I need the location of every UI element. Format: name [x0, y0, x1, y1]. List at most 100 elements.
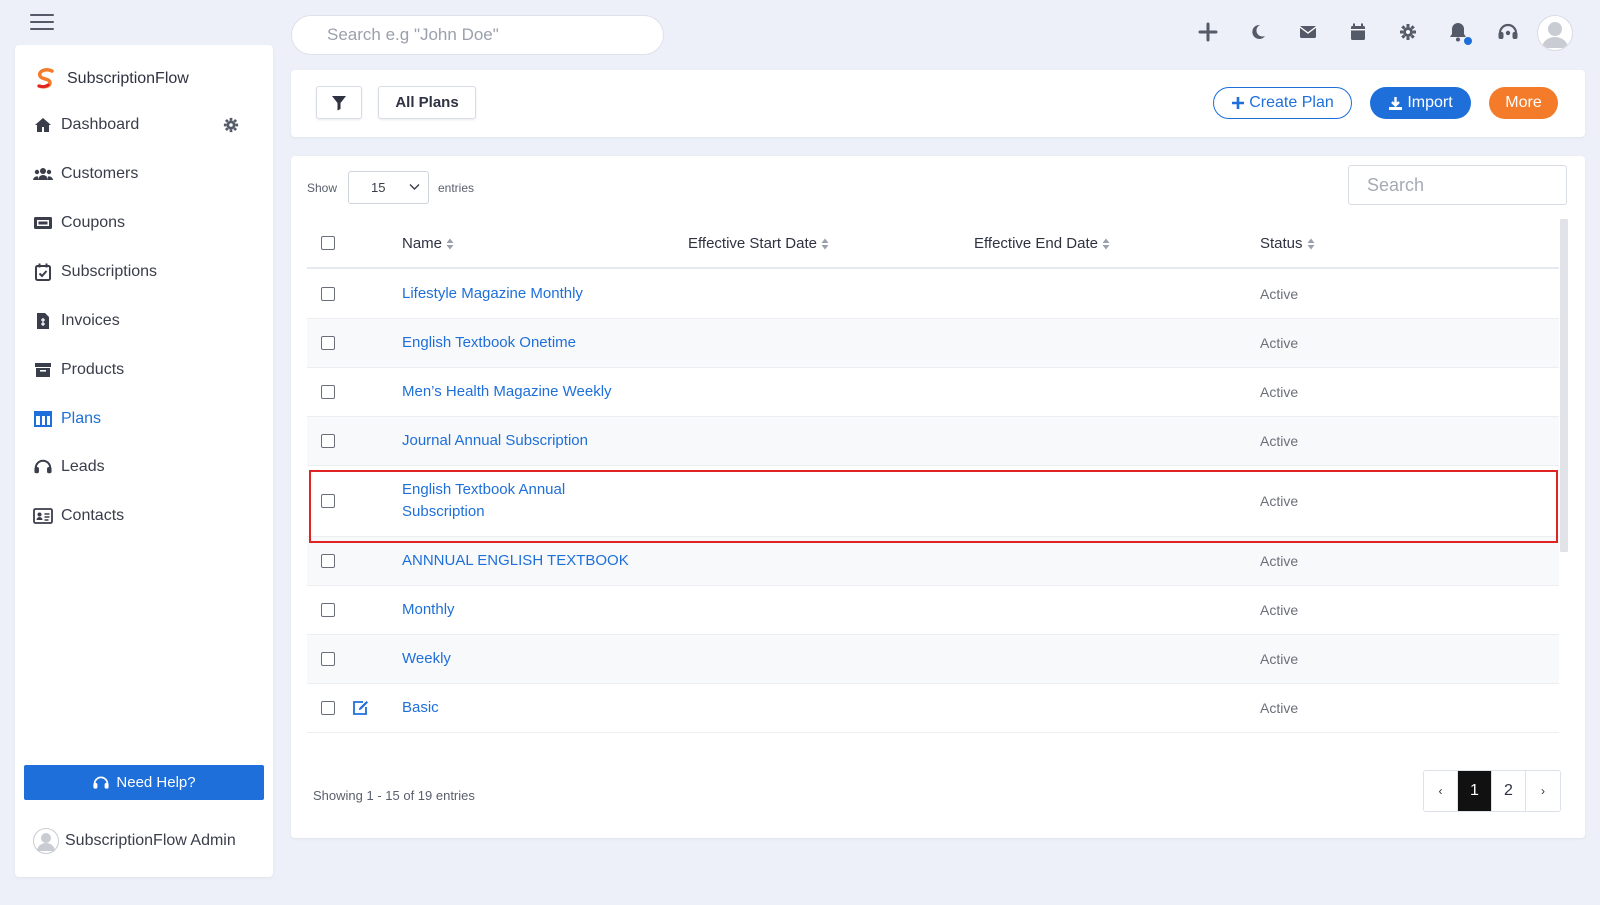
sidebar-item-plans[interactable]: Plans: [33, 406, 253, 432]
plan-name-link[interactable]: English Textbook Onetime: [402, 332, 576, 354]
sidebar-item-customers[interactable]: Customers: [33, 161, 253, 187]
row-checkbox[interactable]: [321, 434, 335, 448]
sidebar-item-label: Invoices: [61, 312, 120, 329]
row-checkbox[interactable]: [321, 385, 335, 399]
sidebar-item-contacts[interactable]: Contacts: [33, 503, 253, 529]
sidebar-item-products[interactable]: Products: [33, 357, 253, 383]
calendar-icon[interactable]: [1346, 20, 1370, 44]
table-row[interactable]: Basic Active: [307, 684, 1559, 733]
sidebar-item-label: Plans: [61, 410, 102, 427]
table-icon: [33, 409, 53, 429]
column-header-label: Status: [1260, 235, 1303, 252]
moon-icon[interactable]: [1246, 20, 1270, 44]
sidebar-item-coupons[interactable]: Coupons: [33, 210, 253, 236]
plan-name-link[interactable]: Basic: [402, 697, 439, 719]
pagination-page-1[interactable]: 1: [1458, 771, 1492, 811]
table-row[interactable]: English Textbook Annual Subscription Act…: [307, 466, 1559, 537]
table-row[interactable]: Men’s Health Magazine Weekly Active: [307, 368, 1559, 417]
plan-name-link[interactable]: Journal Annual Subscription: [402, 430, 588, 452]
more-button[interactable]: More: [1489, 87, 1558, 119]
column-header-name[interactable]: Name: [402, 235, 454, 252]
import-button[interactable]: Import: [1370, 87, 1471, 119]
plus-icon[interactable]: [1196, 20, 1220, 44]
download-icon: [1389, 96, 1403, 110]
plus-icon: [1232, 97, 1245, 109]
entries-value: 15: [371, 180, 386, 195]
bell-icon[interactable]: [1446, 20, 1473, 46]
sidebar-item-subscriptions[interactable]: Subscriptions: [33, 259, 253, 285]
admin-profile[interactable]: SubscriptionFlow Admin: [33, 828, 236, 854]
gear-icon[interactable]: [1396, 20, 1420, 44]
plan-name-link[interactable]: Monthly: [402, 599, 455, 621]
sidebar-item-label: Customers: [61, 165, 139, 182]
sidebar-item-invoices[interactable]: Invoices: [33, 308, 253, 334]
row-checkbox[interactable]: [321, 554, 335, 568]
table-scrollbar[interactable]: [1560, 219, 1568, 552]
entries-label: entries: [438, 181, 475, 195]
column-header-status[interactable]: Status: [1260, 235, 1315, 252]
global-search-input[interactable]: Search e.g "John Doe": [291, 15, 664, 55]
contact-card-icon: [33, 506, 53, 526]
plan-name-link[interactable]: Weekly: [402, 648, 451, 670]
headset-icon[interactable]: [1496, 20, 1520, 44]
pagination-next[interactable]: ›: [1526, 771, 1560, 811]
select-all-checkbox[interactable]: [321, 236, 335, 250]
menu-toggle-icon[interactable]: [30, 14, 54, 32]
user-avatar[interactable]: [1537, 15, 1573, 51]
table-row[interactable]: Journal Annual Subscription Active: [307, 417, 1559, 466]
sidebar-item-leads[interactable]: Leads: [33, 454, 253, 480]
all-plans-button[interactable]: All Plans: [378, 86, 476, 119]
sidebar-item-dashboard[interactable]: Dashboard: [33, 112, 253, 138]
headset-icon: [33, 457, 53, 477]
filter-button[interactable]: [316, 86, 362, 119]
row-checkbox[interactable]: [321, 494, 335, 508]
column-header-end-date[interactable]: Effective End Date: [974, 235, 1110, 252]
table-row[interactable]: ANNNUAL ENGLISH TEXTBOOK Active: [307, 537, 1559, 586]
brand[interactable]: SubscriptionFlow: [33, 67, 189, 91]
status-text: Active: [1260, 286, 1299, 302]
pagination-prev[interactable]: ‹: [1424, 771, 1458, 811]
table-row[interactable]: English Textbook Onetime Active: [307, 319, 1559, 368]
pagination-page-2[interactable]: 2: [1492, 771, 1526, 811]
row-checkbox[interactable]: [321, 336, 335, 350]
headset-icon: [93, 776, 109, 789]
table-row[interactable]: Lifestyle Magazine Monthly Active: [307, 270, 1559, 319]
plans-table: Name Effective Start Date Effective End …: [307, 219, 1559, 748]
box-icon: [33, 360, 53, 380]
need-help-button[interactable]: Need Help?: [24, 765, 264, 800]
create-plan-button[interactable]: Create Plan: [1213, 87, 1352, 119]
plan-name-line: English Textbook Annual: [402, 481, 566, 498]
status-text: Active: [1260, 433, 1299, 449]
plan-name-link[interactable]: Men’s Health Magazine Weekly: [402, 381, 612, 403]
home-icon: [33, 115, 53, 135]
sidebar-item-label: Subscriptions: [61, 263, 158, 280]
row-checkbox[interactable]: [321, 287, 335, 301]
table-row[interactable]: Monthly Active: [307, 586, 1559, 635]
sort-icon: [446, 238, 454, 249]
mail-icon[interactable]: [1296, 20, 1320, 44]
sidebar-item-label: Products: [61, 361, 125, 378]
import-label: Import: [1407, 94, 1453, 111]
sidebar-item-label: Contacts: [61, 507, 125, 524]
sort-icon: [821, 238, 829, 249]
show-label: Show: [307, 181, 338, 195]
column-header-start-date[interactable]: Effective Start Date: [688, 235, 829, 252]
table-row[interactable]: Weekly Active: [307, 635, 1559, 684]
entries-select[interactable]: 15: [348, 171, 429, 204]
row-checkbox[interactable]: [321, 603, 335, 617]
row-checkbox[interactable]: [321, 652, 335, 666]
plan-name-link[interactable]: English Textbook Annual Subscription: [402, 479, 565, 523]
dashboard-settings-icon[interactable]: [223, 117, 239, 138]
users-icon: [33, 164, 53, 184]
sort-icon: [1102, 238, 1110, 249]
status-text: Active: [1260, 700, 1299, 716]
top-actions: [1196, 20, 1546, 46]
plan-name-link[interactable]: Lifestyle Magazine Monthly: [402, 283, 583, 305]
status-text: Active: [1260, 384, 1299, 400]
sidebar: SubscriptionFlow Dashboard Customers Cou…: [15, 45, 273, 877]
plan-name-link[interactable]: ANNNUAL ENGLISH TEXTBOOK: [402, 550, 629, 572]
table-search-input[interactable]: Search: [1348, 165, 1567, 205]
edit-icon[interactable]: [352, 700, 369, 721]
row-checkbox[interactable]: [321, 701, 335, 715]
chevron-down-icon: [409, 184, 420, 190]
